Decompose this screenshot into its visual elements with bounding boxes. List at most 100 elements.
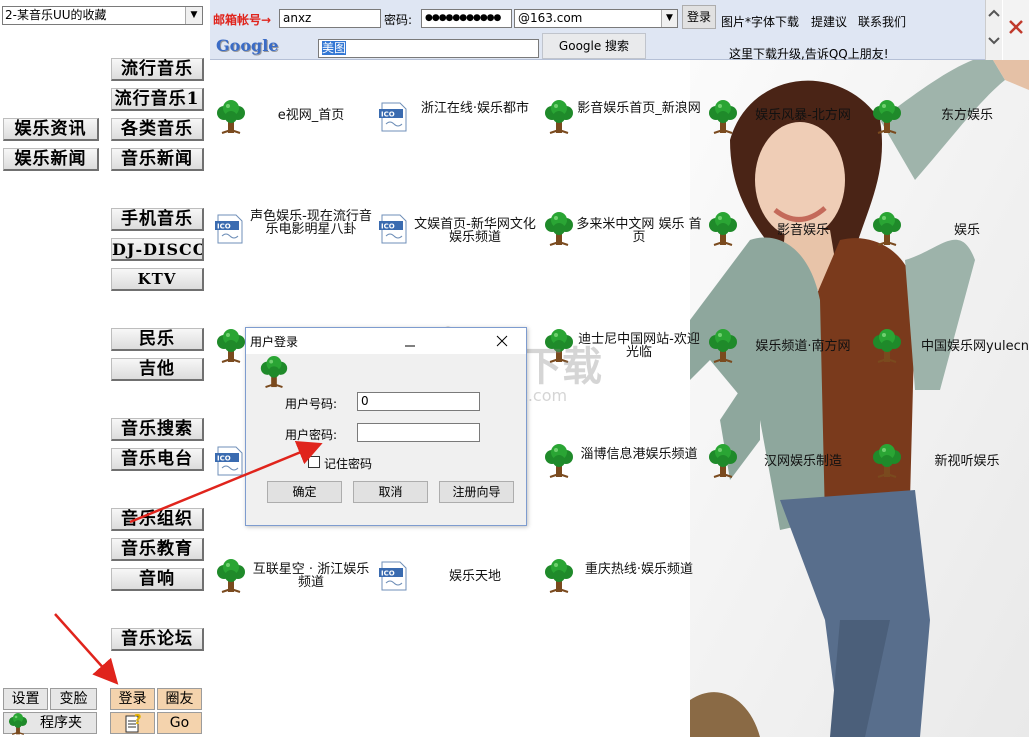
- category-button-radio[interactable]: 音乐电台: [111, 448, 204, 471]
- remember-checkbox[interactable]: [308, 456, 320, 468]
- category-button-audio[interactable]: 音响: [111, 568, 204, 591]
- link-item[interactable]: 多来米中文网 娱乐 首页: [542, 210, 702, 250]
- toolbar: 邮箱帐号→ anxz 密码: ●●●●●●●●●●● @163.com ▼ 登录…: [210, 0, 985, 61]
- tree-icon: [870, 100, 904, 134]
- link-item[interactable]: 重庆热线·娱乐频道: [542, 557, 702, 597]
- link-item[interactable]: 汉网娱乐制造: [706, 442, 866, 482]
- tree-icon: [214, 329, 248, 363]
- link-text: 重庆热线·娱乐频道: [584, 562, 694, 577]
- category-button-dj-disco[interactable]: DJ-DISCO: [111, 238, 204, 261]
- password-label: 密码:: [384, 13, 413, 27]
- scroll-down-icon[interactable]: [988, 36, 1000, 46]
- window-close-area: [1003, 0, 1029, 60]
- link-text: 东方娱乐: [940, 108, 993, 123]
- category-button-ktv[interactable]: KTV: [111, 268, 204, 291]
- account-input[interactable]: anxz: [279, 9, 381, 28]
- link-item[interactable]: 影音娱乐: [706, 210, 866, 250]
- minimize-icon[interactable]: [404, 336, 416, 348]
- link-contact[interactable]: 联系我们: [858, 13, 906, 30]
- help-button[interactable]: ?: [110, 712, 155, 734]
- dialog-titlebar[interactable]: 用户登录: [246, 328, 526, 354]
- collection-select-value: 2-某音乐UU的收藏: [5, 8, 107, 22]
- remember-label: 记住密码: [324, 457, 373, 471]
- register-wizard-button[interactable]: 注册向导: [439, 481, 514, 503]
- tree-icon: [870, 212, 904, 246]
- domain-select[interactable]: @163.com ▼: [514, 9, 678, 28]
- tree-icon: [258, 356, 290, 388]
- category-button-pop[interactable]: 流行音乐: [111, 58, 204, 81]
- toolbar-scrollbar[interactable]: [985, 0, 1002, 60]
- link-item[interactable]: e视网_首页: [214, 98, 374, 138]
- google-search-input[interactable]: 美图: [318, 39, 539, 58]
- close-icon[interactable]: [1009, 20, 1023, 34]
- link-item[interactable]: 娱乐频道·南方网: [706, 327, 866, 367]
- link-text: 娱乐风暴-北方网: [755, 108, 851, 123]
- category-button-music-news[interactable]: 音乐新闻: [111, 148, 204, 171]
- link-text: 文娱首页-新华网文化娱乐频道: [414, 217, 536, 245]
- login-button[interactable]: 登录: [110, 688, 155, 710]
- link-item[interactable]: 浙江在线·娱乐都市: [378, 98, 538, 138]
- settings-button[interactable]: 设置: [3, 688, 48, 710]
- link-item[interactable]: 娱乐天地: [378, 557, 538, 597]
- chevron-down-icon[interactable]: ▼: [185, 7, 202, 24]
- friends-button[interactable]: 圈友: [157, 688, 202, 710]
- user-number-input[interactable]: 0: [357, 392, 480, 411]
- link-text: 娱乐频道·南方网: [755, 339, 851, 354]
- ico-file-icon: [378, 100, 412, 134]
- ico-file-icon: [378, 212, 412, 246]
- login-dialog: 用户登录 用户号码: 0 用户密码: 记住密码 确定 取消 注册向导: [245, 327, 527, 526]
- google-logo: Google: [216, 36, 279, 55]
- category-button-folk[interactable]: 民乐: [111, 328, 204, 351]
- link-item[interactable]: [214, 327, 248, 367]
- category-button-music-types[interactable]: 各类音乐: [111, 118, 204, 141]
- category-button-ent-info[interactable]: 娱乐资讯: [3, 118, 99, 141]
- link-text: 多来米中文网 娱乐 首页: [576, 217, 702, 245]
- category-button-ent-news[interactable]: 娱乐新闻: [3, 148, 99, 171]
- program-folder-button[interactable]: 程序夹: [3, 712, 97, 734]
- link-text: 新视听娱乐: [934, 454, 1000, 469]
- link-item[interactable]: 淄博信息港娱乐频道: [542, 442, 702, 482]
- link-suggest[interactable]: 提建议: [811, 13, 847, 30]
- category-button-mobile-music[interactable]: 手机音乐: [111, 208, 204, 231]
- collection-select[interactable]: 2-某音乐UU的收藏 ▼: [2, 6, 203, 25]
- category-button-music-forum[interactable]: 音乐论坛: [111, 628, 204, 651]
- category-button-guitar[interactable]: 吉他: [111, 358, 204, 381]
- password-input[interactable]: ●●●●●●●●●●●: [421, 9, 512, 28]
- link-text: 影音娱乐首页_新浪网: [577, 101, 701, 116]
- link-text: 声色娱乐-现在流行音乐电影明星八卦: [250, 209, 372, 237]
- link-font-download[interactable]: 图片*字体下载: [721, 13, 799, 30]
- user-password-input[interactable]: [357, 423, 480, 442]
- cancel-button[interactable]: 取消: [353, 481, 428, 503]
- ico-file-icon: [214, 212, 248, 246]
- link-item[interactable]: 东方娱乐: [870, 98, 1029, 138]
- link-item[interactable]: [214, 442, 248, 482]
- link-item[interactable]: 新视听娱乐: [870, 442, 1029, 482]
- category-button-music-edu[interactable]: 音乐教育: [111, 538, 204, 561]
- close-icon[interactable]: [496, 335, 508, 347]
- help-document-icon: ?: [125, 713, 142, 733]
- svg-text:?: ?: [134, 713, 142, 728]
- go-button[interactable]: Go: [157, 712, 202, 734]
- category-button-pop1[interactable]: 流行音乐1: [111, 88, 204, 111]
- link-item[interactable]: 娱乐风暴-北方网: [706, 98, 866, 138]
- mail-account-label: 邮箱帐号→: [213, 13, 272, 27]
- link-item[interactable]: 影音娱乐首页_新浪网: [542, 98, 702, 138]
- link-text: 汉网娱乐制造: [763, 454, 842, 469]
- link-item[interactable]: 娱乐: [870, 210, 1029, 250]
- link-text: 浙江在线·娱乐都市: [420, 101, 530, 116]
- link-item[interactable]: 中国娱乐网yulecn: [870, 327, 1029, 367]
- mail-login-button[interactable]: 登录: [682, 5, 716, 29]
- chevron-down-icon[interactable]: ▼: [661, 10, 677, 27]
- category-button-music-search[interactable]: 音乐搜索: [111, 418, 204, 441]
- link-item[interactable]: 文娱首页-新华网文化娱乐频道: [378, 210, 538, 250]
- link-text: 娱乐: [953, 223, 980, 238]
- google-search-button[interactable]: Google 搜索: [542, 33, 646, 59]
- link-item[interactable]: 互联星空 · 浙江娱乐频道: [214, 557, 374, 597]
- tree-icon: [706, 212, 740, 246]
- ok-button[interactable]: 确定: [267, 481, 342, 503]
- scroll-up-icon[interactable]: [988, 8, 1000, 18]
- link-item[interactable]: 声色娱乐-现在流行音乐电影明星八卦: [214, 210, 374, 250]
- change-skin-button[interactable]: 变脸: [50, 688, 97, 710]
- category-button-music-org[interactable]: 音乐组织: [111, 508, 204, 531]
- link-text: 淄博信息港娱乐频道: [580, 447, 698, 462]
